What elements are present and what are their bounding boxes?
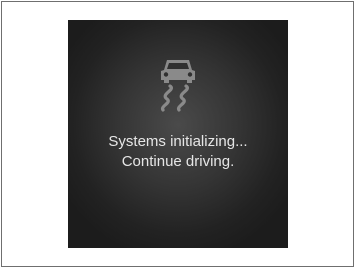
instrument-display: Systems initializing... Continue driving… <box>68 20 288 248</box>
skid-car-icon <box>160 60 195 112</box>
status-message-line1: Systems initializing... <box>108 133 248 150</box>
status-message-line2: Continue driving. <box>121 153 235 170</box>
figure-frame: Systems initializing... Continue driving… <box>1 1 354 267</box>
